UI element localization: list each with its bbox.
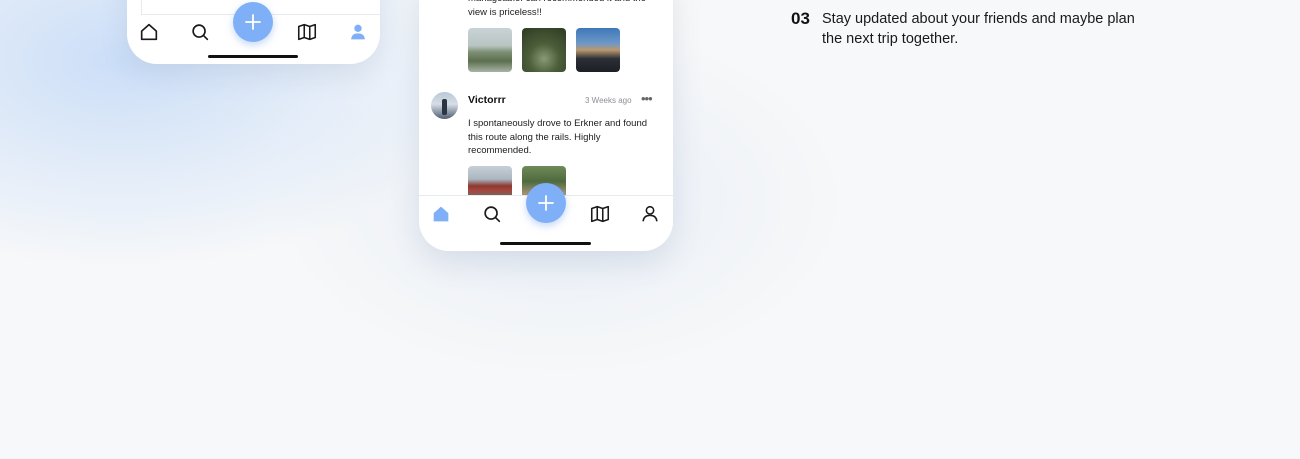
- map-icon[interactable]: [296, 21, 318, 43]
- feature-description: Stay updated about your friends and mayb…: [822, 11, 1135, 47]
- map-icon[interactable]: [589, 203, 611, 225]
- post-photos: [468, 28, 620, 72]
- feature-number: 03: [791, 9, 810, 28]
- home-icon[interactable]: [430, 203, 452, 225]
- profile-icon[interactable]: [639, 203, 661, 225]
- post-text: manageable. can recommended it and the v…: [468, 0, 646, 18]
- phone-mockup-feed: manageable. can recommended it and the v…: [419, 0, 673, 251]
- home-icon[interactable]: [138, 21, 160, 43]
- search-icon[interactable]: [189, 21, 211, 43]
- plus-icon: [538, 195, 554, 211]
- phone-mockup-profile: [127, 0, 380, 64]
- forest-path-photo[interactable]: [522, 28, 566, 72]
- home-indicator: [500, 242, 591, 245]
- post-timestamp: 3 Weeks ago: [585, 96, 632, 105]
- lake-photo[interactable]: [468, 28, 512, 72]
- search-icon[interactable]: [481, 203, 503, 225]
- feed[interactable]: manageable. can recommended it and the v…: [419, 0, 673, 195]
- post-header: Victorrr 3 Weeks ago •••: [431, 91, 661, 120]
- author-name[interactable]: Victorrr: [468, 94, 506, 106]
- bike-city-photo[interactable]: [576, 28, 620, 72]
- bottom-nav: [419, 183, 673, 232]
- home-indicator: [208, 55, 298, 58]
- more-options-icon[interactable]: •••: [641, 91, 653, 106]
- bottom-nav: [127, 2, 380, 50]
- profile-icon[interactable]: [347, 21, 369, 43]
- avatar[interactable]: [431, 92, 458, 119]
- add-trip-button[interactable]: [233, 2, 273, 42]
- plus-icon: [245, 14, 261, 30]
- add-trip-button[interactable]: [526, 183, 566, 223]
- post-text: I spontaneously drove to Erkner and foun…: [468, 118, 648, 156]
- train-photo[interactable]: [468, 166, 512, 195]
